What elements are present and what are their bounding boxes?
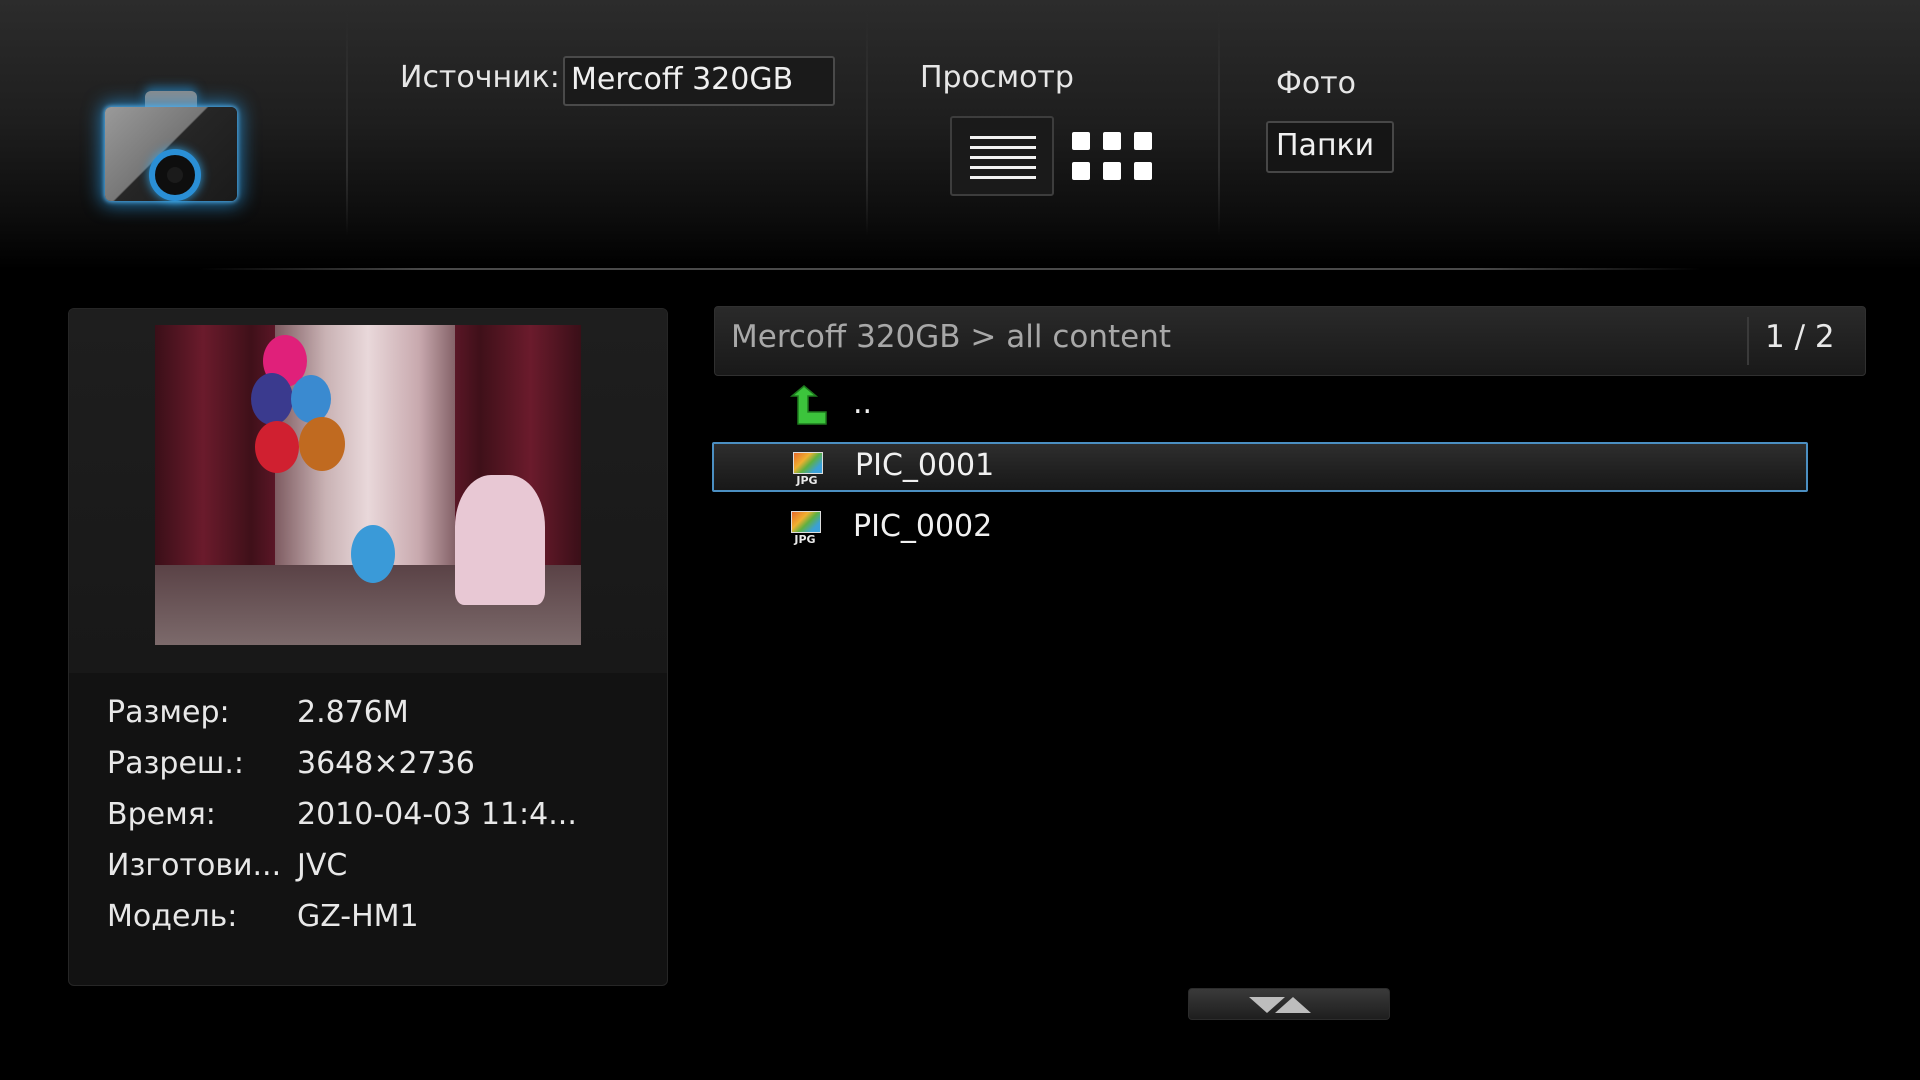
top-bar-separator xyxy=(200,268,1700,270)
view-label: Просмотр xyxy=(920,60,1074,95)
list-item-pic-0002[interactable]: JPG PIC_0002 xyxy=(712,503,1808,553)
jpg-file-icon: JPG xyxy=(788,511,822,547)
detail-value: GZ-HM1 xyxy=(297,899,419,934)
top-divider-1 xyxy=(346,10,348,235)
source-label: Источник: xyxy=(400,60,560,95)
detail-value: 3648×2736 xyxy=(297,746,475,781)
list-item-label: PIC_0002 xyxy=(853,509,993,544)
detail-key: Изготови... xyxy=(107,848,282,883)
list-item-pic-0001[interactable]: JPG PIC_0001 xyxy=(712,442,1808,492)
list-item-label: PIC_0001 xyxy=(855,448,995,483)
grid-view-button[interactable] xyxy=(1072,132,1154,186)
breadcrumb-bar: Mercoff 320GB > all content 1 / 2 xyxy=(714,306,1866,376)
detail-key: Время: xyxy=(107,797,216,832)
breadcrumb: Mercoff 320GB > all content xyxy=(731,319,1172,355)
page-indicator: 1 / 2 xyxy=(1765,319,1835,355)
folders-button[interactable]: Папки xyxy=(1266,121,1394,173)
top-divider-3 xyxy=(1218,10,1220,235)
list-item-label: .. xyxy=(853,386,873,421)
page-scroll-control[interactable] xyxy=(1188,988,1390,1020)
detail-key: Модель: xyxy=(107,899,238,934)
preview-panel: Размер: 2.876M Разреш.: 3648×2736 Время:… xyxy=(68,308,668,986)
detail-key: Разреш.: xyxy=(107,746,245,781)
photo-app-camera-icon xyxy=(100,85,244,205)
jpg-file-icon: JPG xyxy=(790,452,824,488)
photo-label: Фото xyxy=(1276,66,1357,101)
source-selector[interactable]: Mercoff 320GB xyxy=(563,56,835,106)
folder-up-icon xyxy=(789,385,827,425)
detail-value: 2010-04-03 11:4... xyxy=(297,797,577,832)
grid-view-icon xyxy=(1072,132,1090,150)
top-divider-2 xyxy=(866,10,868,235)
detail-value: 2.876M xyxy=(297,695,409,730)
photo-thumbnail xyxy=(155,325,581,645)
list-view-button[interactable] xyxy=(950,116,1054,196)
list-item-parent-folder[interactable]: .. xyxy=(712,380,1808,430)
detail-key: Размер: xyxy=(107,695,230,730)
list-view-icon xyxy=(970,136,1036,139)
detail-value: JVC xyxy=(297,848,348,883)
